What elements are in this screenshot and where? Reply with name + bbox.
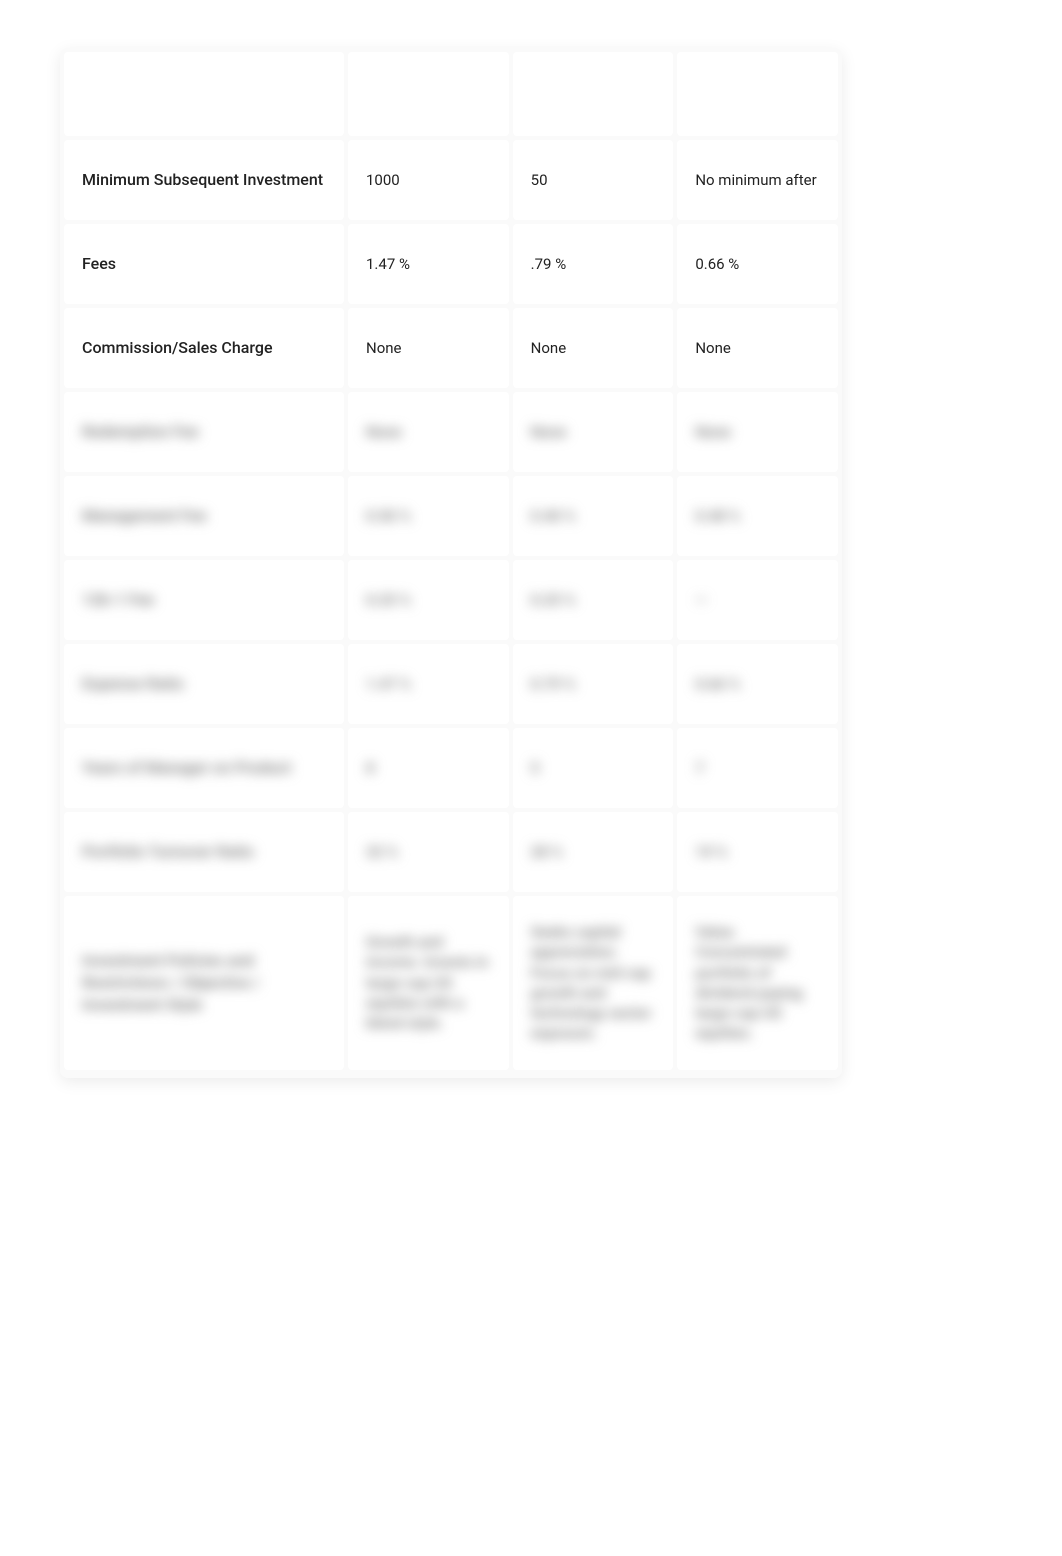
table-row: Investment Policies and Restrictions / O… [64, 896, 838, 1070]
row-col-2: Seeks capital appreciation. Focus on mid… [513, 896, 674, 1070]
table-row: Portfolio Turnover Ratio 32 % 28 % 19 % [64, 812, 838, 892]
row-col-2: .79 % [513, 224, 674, 304]
row-label: Management Fee [64, 476, 344, 556]
row-label: Commission/Sales Charge [64, 308, 344, 388]
row-label: Expense Ratio [64, 644, 344, 724]
header-label-cell [64, 52, 344, 136]
row-col-2: None [513, 308, 674, 388]
row-label: Years of Manager on Product [64, 728, 344, 808]
row-col-3: 19 % [677, 812, 838, 892]
row-col-1: None [348, 308, 509, 388]
row-col-1: 1000 [348, 140, 509, 220]
header-col-1 [348, 52, 509, 136]
row-col-3: 7 [677, 728, 838, 808]
table-row: Commission/Sales Charge None None None [64, 308, 838, 388]
row-label: Minimum Subsequent Investment [64, 140, 344, 220]
row-col-3: 0.48 % [677, 476, 838, 556]
row-col-3: No minimum after [677, 140, 838, 220]
row-col-3: None [677, 392, 838, 472]
header-col-2 [513, 52, 674, 136]
row-label: Portfolio Turnover Ratio [64, 812, 344, 892]
row-col-2: 5 [513, 728, 674, 808]
row-col-3: 0.66 % [677, 224, 838, 304]
row-col-1: 8 [348, 728, 509, 808]
row-col-1: Growth and income. Invests in large-cap … [348, 896, 509, 1070]
row-col-2: 0.25 % [513, 560, 674, 640]
row-col-2: 50 [513, 140, 674, 220]
row-col-2: 0.40 % [513, 476, 674, 556]
row-col-1: 1.47 % [348, 224, 509, 304]
row-label: Redemption Fee [64, 392, 344, 472]
header-col-3 [677, 52, 838, 136]
table-row: Minimum Subsequent Investment 1000 50 No… [64, 140, 838, 220]
row-col-3: None [677, 308, 838, 388]
row-col-1: None [348, 392, 509, 472]
row-col-2: 0.79 % [513, 644, 674, 724]
table-header-row [64, 52, 838, 136]
table-row: Expense Ratio 1.47 % 0.79 % 0.66 % [64, 644, 838, 724]
row-col-3: Value. Concentrated portfolio of dividen… [677, 896, 838, 1070]
row-label: Investment Policies and Restrictions / O… [64, 896, 344, 1070]
table-row: Management Fee 0.50 % 0.40 % 0.48 % [64, 476, 838, 556]
table-row: Fees 1.47 % .79 % 0.66 % [64, 224, 838, 304]
table-row: Years of Manager on Product 8 5 7 [64, 728, 838, 808]
row-col-1: 32 % [348, 812, 509, 892]
row-col-3: 0.66 % [677, 644, 838, 724]
row-col-2: None [513, 392, 674, 472]
row-col-1: 0.25 % [348, 560, 509, 640]
row-label: 12b-1 Fee [64, 560, 344, 640]
row-label: Fees [64, 224, 344, 304]
table-row: Redemption Fee None None None [64, 392, 838, 472]
table-row: 12b-1 Fee 0.25 % 0.25 % — [64, 560, 838, 640]
comparison-table: Minimum Subsequent Investment 1000 50 No… [60, 48, 842, 1078]
row-col-2: 28 % [513, 812, 674, 892]
row-col-1: 0.50 % [348, 476, 509, 556]
row-col-3: — [677, 560, 838, 640]
row-col-1: 1.47 % [348, 644, 509, 724]
